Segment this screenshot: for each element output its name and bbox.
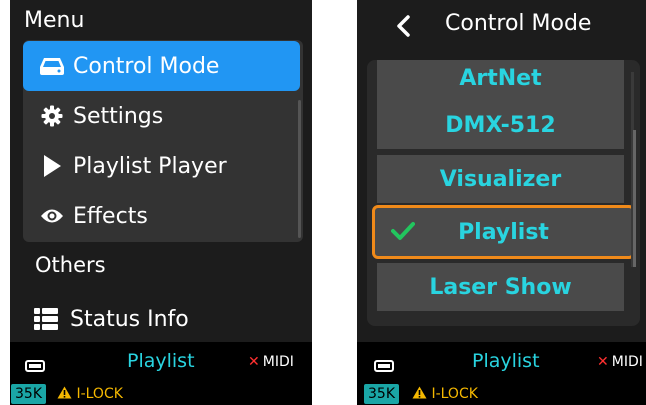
menu-title: Menu — [24, 8, 85, 33]
play-icon — [37, 154, 67, 178]
close-icon: ✕ — [248, 354, 260, 370]
menu-scrollbar[interactable] — [298, 100, 301, 238]
menu-item-effects[interactable]: Effects — [23, 191, 300, 241]
option-visualizer[interactable]: Visualizer — [377, 155, 624, 203]
menu-item-label: Control Mode — [73, 53, 220, 79]
midi-label: MIDI — [262, 354, 294, 370]
option-label: Laser Show — [429, 274, 572, 300]
menu-item-settings[interactable]: Settings — [23, 91, 300, 141]
section-label-others: Others — [35, 253, 106, 277]
options-panel: ArtNet DMX-512 Visualizer Playlist Laser… — [367, 60, 640, 326]
ilock-status: I-LOCK — [57, 384, 123, 404]
eye-icon — [37, 207, 67, 225]
option-laser-show[interactable]: Laser Show — [377, 263, 624, 311]
current-mode-label: Playlist — [127, 350, 195, 372]
page-title: Control Mode — [445, 11, 592, 36]
option-label: ArtNet — [459, 65, 542, 91]
menu-item-control-mode[interactable]: Control Mode — [23, 41, 300, 91]
checkmark-icon — [391, 222, 415, 240]
status-badge: 35K — [11, 384, 46, 404]
menu-screen: Menu Control Mode Settings Playlist Play… — [10, 0, 312, 405]
warning-icon — [412, 386, 427, 399]
midi-status: ✕ MIDI — [597, 354, 643, 370]
gear-icon — [37, 105, 67, 127]
battery-icon — [374, 360, 394, 372]
option-playlist[interactable]: Playlist — [372, 205, 635, 259]
status-badge: 35K — [364, 384, 399, 404]
options-scrollbar-thumb[interactable] — [633, 130, 636, 267]
option-dmx-512[interactable]: DMX-512 — [377, 101, 624, 149]
ilock-status: I-LOCK — [412, 384, 478, 404]
list-icon — [32, 308, 60, 330]
menu-item-label: Settings — [73, 103, 164, 129]
menu-item-playlist-player[interactable]: Playlist Player — [23, 141, 300, 191]
ilock-label: I-LOCK — [431, 386, 478, 402]
option-artnet[interactable]: ArtNet — [377, 60, 624, 102]
hdd-icon — [37, 56, 67, 76]
option-label: Playlist — [458, 219, 549, 245]
ilock-label: I-LOCK — [76, 386, 123, 402]
warning-icon — [57, 386, 72, 399]
back-icon[interactable] — [393, 14, 417, 38]
current-mode-label: Playlist — [472, 350, 540, 372]
menu-item-status-info[interactable]: Status Info — [32, 297, 302, 341]
option-label: DMX-512 — [445, 112, 556, 138]
battery-icon — [25, 360, 45, 372]
status-bar: Playlist ✕ MIDI 35K I-LOCK — [357, 342, 646, 405]
midi-label: MIDI — [611, 354, 643, 370]
control-mode-screen: Control Mode ArtNet DMX-512 Visualizer P… — [357, 0, 646, 405]
option-label: Visualizer — [439, 166, 562, 192]
midi-status: ✕ MIDI — [248, 354, 294, 370]
menu-item-label: Status Info — [70, 306, 189, 332]
menu-item-label: Effects — [73, 203, 148, 229]
status-bar: Playlist ✕ MIDI 35K I-LOCK — [10, 342, 312, 405]
menu-item-label: Playlist Player — [73, 153, 227, 179]
close-icon: ✕ — [597, 354, 609, 370]
